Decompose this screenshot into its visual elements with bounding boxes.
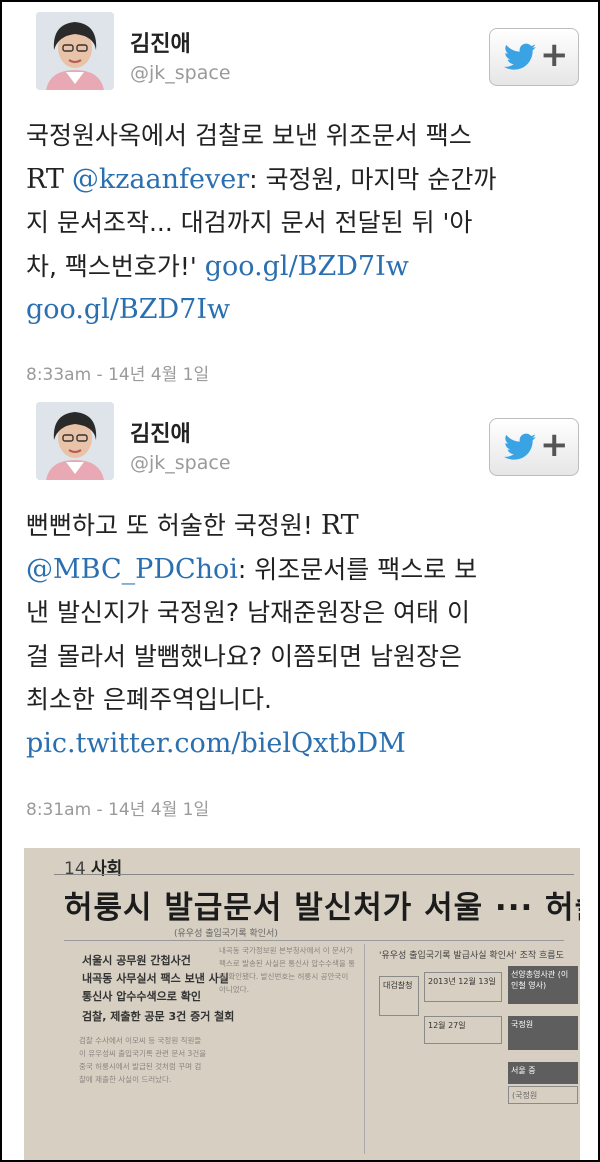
section-name: 사회 — [91, 859, 123, 879]
tweet-card: 김진애 @jk_space + 국정원사옥에서 검찰로 보낸 위조문서 팩스 R… — [2, 2, 598, 392]
author-handle[interactable]: @jk_space — [130, 452, 231, 474]
tweet-screenshot-frame: 김진애 @jk_space + 국정원사옥에서 검찰로 보낸 위조문서 팩스 R… — [0, 0, 600, 1162]
rt-label: RT — [320, 510, 359, 541]
tweet-line: 지 문서조작... 대검까지 문서 전달된 뒤 '아 — [26, 208, 473, 237]
mention-link[interactable]: @MBC_PDChoi — [26, 554, 238, 585]
url-link[interactable]: pic.twitter.com/bielQxtbDM — [26, 728, 406, 759]
follow-button[interactable]: + — [489, 418, 579, 476]
rule-divider — [64, 940, 564, 941]
tweet-line: 국정원사옥에서 검찰로 보낸 위조문서 팩스 — [26, 121, 472, 150]
tweet-line: @MBC_PDChoi: 위조문서를 팩스로 보 — [26, 548, 586, 592]
diagram-box: 대검찰청 — [379, 976, 419, 1016]
tweet-line: RT @kzaanfever: 국정원, 마지막 순간까 — [26, 158, 586, 202]
tweet-line: 차, 팩스번호가!' goo.gl/BZD7Iw — [26, 245, 586, 289]
article-subhead: 서울시 공무원 간첩사건 — [82, 954, 191, 967]
twitter-bird-icon — [504, 433, 536, 460]
diagram-date: 2013년 12월 13일 — [424, 972, 502, 1002]
rule-divider — [54, 874, 574, 875]
tweet-timestamp[interactable]: 8:33am - 14년 4월 1일 — [26, 360, 209, 385]
tweet-line: 최소한 은폐주역입니다. — [26, 685, 272, 714]
avatar[interactable] — [36, 402, 114, 480]
column-divider — [364, 944, 365, 1154]
diagram-box: 국정원 — [508, 1016, 578, 1050]
diagram-date: 12월 27일 — [424, 1016, 502, 1044]
plus-icon: + — [540, 425, 569, 465]
article-subhead: 내곡동 사무실서 팩스 보낸 사실 — [82, 972, 229, 985]
article-body: 내곡동 국가정보원 본부청사에서 이 문서가 팩스로 발송된 사실은 통신사 압… — [219, 946, 356, 994]
newspaper-section: 14 사회 — [64, 854, 122, 879]
page-number: 14 — [64, 859, 86, 879]
diagram-box: (국정원 — [508, 1086, 578, 1104]
tweet-line: 뻔뻔하고 또 허술한 국정원! RT — [26, 504, 586, 548]
tweet-line: 낸 발신지가 국정원? 남재준원장은 여태 이 — [26, 598, 471, 627]
attached-photo[interactable]: 14 사회 허룽시 발급문서 발신처가 서울 ··· 허술한 (유우성 출입국기… — [24, 848, 580, 1160]
tweet-line-rest: : 국정원, 마지막 순간까 — [249, 164, 497, 194]
mention-link[interactable]: @kzaanfever — [72, 164, 249, 195]
tweet-card: 김진애 @jk_space + 뻔뻔하고 또 허술한 국정원! RT @MBC_… — [2, 392, 598, 852]
tweet-line: pic.twitter.com/bielQxtbDM — [26, 722, 586, 766]
article-subhead: 통신사 압수수색으로 확인 — [82, 990, 201, 1003]
article-body: 검찰 수사에서 이모씨 등 국정원 직원들이 유우성씨 출입국기록 관련 문서 … — [79, 1036, 207, 1084]
headline-subline: (유우성 출입국기록 확인서) — [174, 929, 278, 939]
avatar[interactable] — [36, 12, 114, 90]
tweet-line-rest: : 위조문서를 팩스로 보 — [237, 554, 478, 584]
tweet-text: 국정원사옥에서 검찰로 보낸 위조문서 팩스 RT @kzaanfever: 국… — [26, 114, 586, 332]
author-name[interactable]: 김진애 — [130, 26, 191, 58]
follow-button[interactable]: + — [489, 28, 579, 86]
tweet-text: 뻔뻔하고 또 허술한 국정원! RT @MBC_PDChoi: 위조문서를 팩스… — [26, 504, 586, 765]
tweet-line-text: 차, 팩스번호가!' — [26, 251, 197, 281]
tweet-line: 걸 몰라서 발뺌했나요? 이쯤되면 남원장은 — [26, 641, 463, 671]
tweet-timestamp[interactable]: 8:31am - 14년 4월 1일 — [26, 795, 209, 820]
author-handle[interactable]: @jk_space — [130, 62, 231, 84]
diagram-box: 서울 중 — [508, 1062, 578, 1084]
url-link[interactable]: goo.gl/BZD7Iw — [26, 294, 230, 325]
plus-icon: + — [540, 35, 569, 75]
diagram-title: '유우성 출입국기록 발급사실 확인서' 조작 흐름도 — [379, 951, 564, 961]
url-link[interactable]: goo.gl/BZD7Iw — [205, 251, 409, 282]
tweet-line-text: 뻔뻔하고 또 허술한 국정원! — [26, 511, 313, 540]
article-subhead: 검찰, 제출한 공문 3건 증거 철회 — [82, 1010, 235, 1023]
twitter-bird-icon — [504, 43, 536, 70]
tweet-line: goo.gl/BZD7Iw — [26, 288, 586, 332]
newspaper-headline: 허룽시 발급문서 발신처가 서울 ··· 허술한 — [64, 890, 580, 926]
author-name[interactable]: 김진애 — [130, 416, 191, 448]
rt-label: RT — [26, 163, 64, 195]
diagram-box: 선양총영사관 (이인철 영사) — [508, 966, 578, 1004]
